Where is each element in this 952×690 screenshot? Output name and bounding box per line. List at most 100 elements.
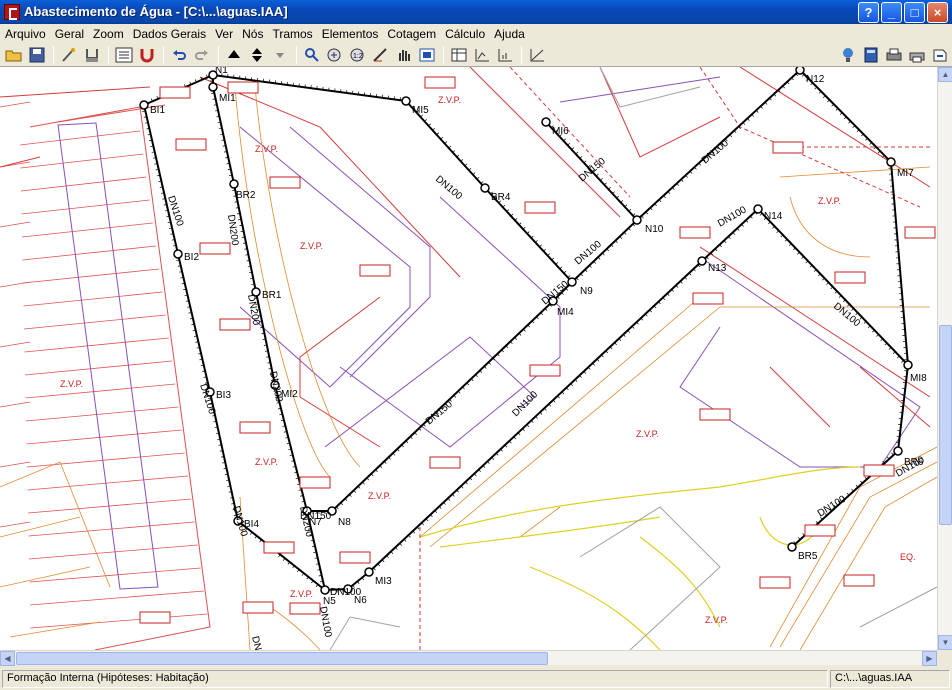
zoom-window-icon[interactable]: 1:2 bbox=[347, 45, 369, 65]
close-button[interactable]: × bbox=[927, 2, 948, 23]
menu-bar: Arquivo Geral Zoom Dados Gerais Ver Nós … bbox=[0, 24, 952, 43]
horizontal-scroll-thumb[interactable] bbox=[16, 652, 548, 665]
node-mi6[interactable] bbox=[541, 117, 551, 127]
save-disk-icon[interactable] bbox=[26, 45, 48, 65]
open-folder-icon[interactable] bbox=[3, 45, 25, 65]
vertical-scroll-thumb[interactable] bbox=[939, 325, 952, 525]
node-label: BR2 bbox=[236, 190, 256, 201]
node-n12[interactable] bbox=[795, 67, 805, 75]
pipe-diameter-label: DN200 bbox=[267, 370, 284, 403]
menu-dados-gerais[interactable]: Dados Gerais bbox=[130, 25, 212, 43]
draw-icon[interactable] bbox=[370, 45, 392, 65]
node-label: N1 bbox=[215, 67, 228, 76]
node-n13[interactable] bbox=[697, 256, 707, 266]
redo-icon[interactable] bbox=[191, 45, 213, 65]
zone-label: Z.V.P. bbox=[300, 241, 323, 251]
help-button[interactable]: ? bbox=[858, 2, 879, 23]
pipe-diameter-label: DN100 bbox=[831, 301, 862, 330]
menu-cotagem[interactable]: Cotagem bbox=[384, 25, 442, 43]
node-label: BR4 bbox=[491, 192, 511, 203]
axis-icon[interactable] bbox=[471, 45, 493, 65]
node-mi1[interactable] bbox=[208, 82, 218, 92]
zone-label: Z.V.P. bbox=[290, 589, 313, 599]
scroll-right-arrow[interactable]: ▶ bbox=[922, 651, 937, 666]
zoom-in-icon[interactable] bbox=[324, 45, 346, 65]
node-br2[interactable] bbox=[229, 179, 239, 189]
scroll-corner bbox=[937, 650, 952, 665]
node-n9[interactable] bbox=[567, 277, 577, 287]
node-mi5[interactable] bbox=[401, 96, 411, 106]
pipe-diameter-label: DN200 bbox=[225, 214, 240, 247]
menu-tramos[interactable]: Tramos bbox=[269, 25, 318, 43]
node-label: N12 bbox=[806, 74, 825, 85]
menu-ajuda[interactable]: Ajuda bbox=[491, 25, 531, 43]
brush-icon[interactable] bbox=[81, 45, 103, 65]
pointer-icon[interactable] bbox=[301, 45, 323, 65]
map-canvas[interactable]: BI1 MI1 BR2 BI2 BR1 MI2 BI3 BI4 N7 N8 N5 N6 MI3 MI4 N9… bbox=[0, 67, 937, 650]
export-icon[interactable] bbox=[929, 45, 951, 65]
layers-icon[interactable] bbox=[416, 45, 438, 65]
arrow-updown-icon[interactable] bbox=[246, 45, 268, 65]
node-br6[interactable] bbox=[893, 446, 903, 456]
node-label: N8 bbox=[338, 517, 351, 528]
node-n5[interactable] bbox=[320, 585, 330, 595]
elevation-box bbox=[699, 408, 731, 421]
vertical-scrollbar[interactable]: ▲ ▼ bbox=[937, 67, 952, 650]
pipe-diameter-label: DN100 bbox=[573, 239, 604, 268]
scroll-down-arrow[interactable]: ▼ bbox=[938, 635, 952, 650]
network-drawing[interactable]: BI1MI1BR2BI2BR1MI2BI3BI4 N7 N8N5 N6MI3MI4N9… bbox=[0, 67, 937, 650]
node-mi7[interactable] bbox=[886, 157, 896, 167]
printer2-icon[interactable] bbox=[906, 45, 928, 65]
menu-nos[interactable]: Nós bbox=[239, 25, 269, 43]
node-label: N13 bbox=[708, 263, 727, 274]
network-icon[interactable] bbox=[113, 45, 135, 65]
node-mi3[interactable] bbox=[364, 567, 374, 577]
node-br4[interactable] bbox=[480, 183, 490, 193]
node-mi8[interactable] bbox=[903, 360, 913, 370]
menu-calculo[interactable]: Cálculo bbox=[442, 25, 491, 43]
menu-elementos[interactable]: Elementos bbox=[319, 25, 385, 43]
magnet-icon[interactable] bbox=[136, 45, 158, 65]
menu-arquivo[interactable]: Arquivo bbox=[2, 25, 52, 43]
lamp-icon[interactable] bbox=[837, 45, 859, 65]
elevation-box bbox=[242, 601, 274, 614]
menu-zoom[interactable]: Zoom bbox=[90, 25, 130, 43]
table-icon[interactable] bbox=[448, 45, 470, 65]
node-bi2[interactable] bbox=[173, 249, 183, 259]
menu-geral[interactable]: Geral bbox=[52, 25, 90, 43]
profile-icon[interactable] bbox=[494, 45, 516, 65]
pipe-diameter-label: DN100 bbox=[249, 635, 267, 650]
scroll-left-arrow[interactable]: ◀ bbox=[0, 651, 15, 666]
app-icon[interactable] bbox=[4, 4, 20, 20]
maximize-button[interactable]: □ bbox=[904, 2, 925, 23]
elevation-box bbox=[424, 76, 456, 89]
calculator-icon[interactable] bbox=[860, 45, 882, 65]
graph-icon[interactable] bbox=[526, 45, 548, 65]
scroll-up-arrow[interactable]: ▲ bbox=[938, 67, 952, 82]
node-bi1[interactable] bbox=[139, 100, 149, 110]
print-icon[interactable] bbox=[883, 45, 905, 65]
node-br5[interactable] bbox=[787, 542, 797, 552]
toolbar-separator bbox=[108, 45, 109, 64]
status-file: C:\...\aguas.IAA bbox=[830, 670, 950, 688]
title-bar[interactable]: Abastecimento de Água - [C:\...\aguas.IA… bbox=[0, 0, 952, 24]
toolbar-separator bbox=[521, 45, 522, 64]
arrow-up-icon[interactable] bbox=[223, 45, 245, 65]
window-controls: ? _ □ × bbox=[858, 2, 948, 23]
pan-hand-icon[interactable] bbox=[393, 45, 415, 65]
node-n10[interactable] bbox=[632, 215, 642, 225]
undo-icon[interactable] bbox=[168, 45, 190, 65]
elevation-box bbox=[219, 318, 251, 331]
node-label: BR1 bbox=[262, 290, 282, 301]
tool-wand-icon[interactable] bbox=[58, 45, 80, 65]
yellow-curves bbox=[419, 466, 861, 650]
elevation-box bbox=[529, 364, 561, 377]
gray-outlines bbox=[329, 67, 937, 650]
orange-contours bbox=[0, 86, 937, 650]
minimize-button[interactable]: _ bbox=[881, 2, 902, 23]
node-n14[interactable] bbox=[753, 204, 763, 214]
dropdown-icon[interactable] bbox=[269, 45, 291, 65]
menu-ver[interactable]: Ver bbox=[212, 25, 239, 43]
node-label: N14 bbox=[764, 211, 783, 222]
horizontal-scrollbar[interactable]: ◀ ▶ bbox=[0, 650, 937, 666]
